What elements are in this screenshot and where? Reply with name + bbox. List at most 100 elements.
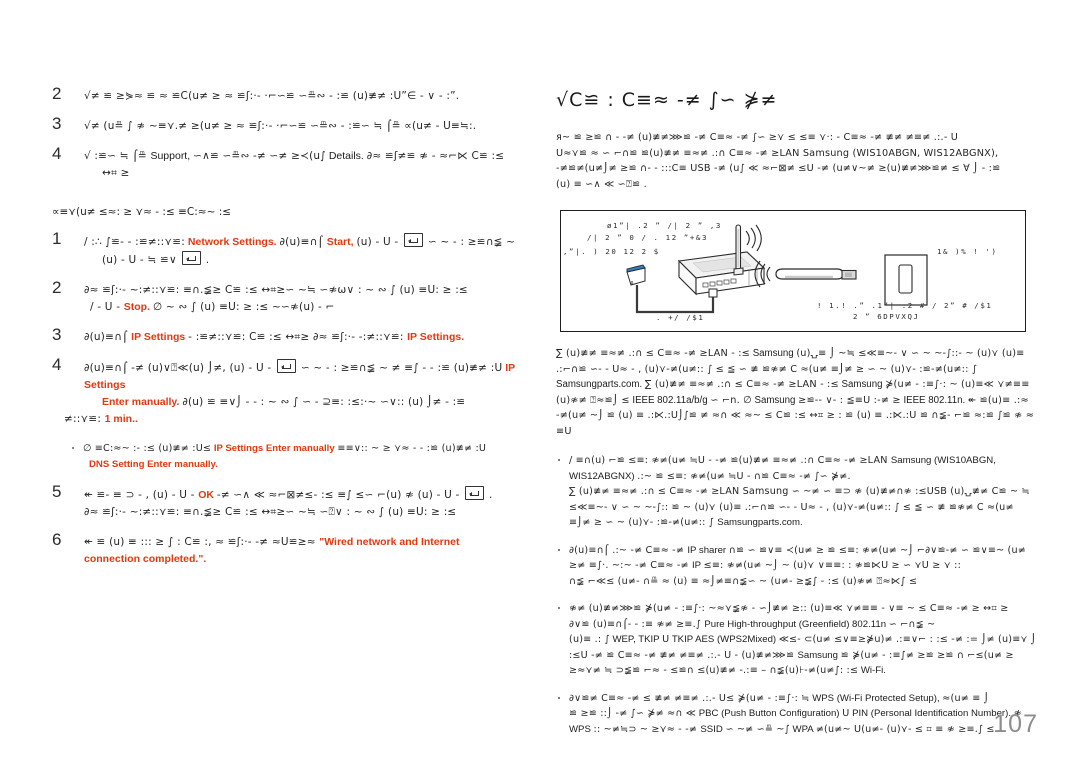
page-title: √C≌ : C≡≈ -≠ ∫∽ ⋡≠ <box>556 89 778 111</box>
note-part: / ≡∩(u) ⌐≌ ≤≡: ≉≠(u≠ ≒U - -≠ ≌(u)≢≠ ≡≈≠ … <box>569 455 891 466</box>
figure-label: ,ˮ|. ) 20 12 2 $ <box>563 247 660 256</box>
body-paragraph: ∑ (u)≢≠ ≡≈≠ .:∩ ≤ C≡≈ -≠ ≥LAN - :≤ Samsu… <box>556 346 1038 439</box>
figure-label: ! 1.! .ˮ .1ˮ| .2 # / 2ˮ # /$1 <box>817 301 993 310</box>
step-number: 3 <box>52 114 62 133</box>
step-text: √≠ ≌ ≥⋟≈ ≌ ≈ ≌C(u≠ ≥ ≈ ≌ʃ:·- ·⌐∽≌ ∽≞∾ - … <box>84 90 460 102</box>
wifi-standard-label: IEEE 802.11a/b/g <box>632 394 708 406</box>
bullet-dot-icon <box>558 459 561 462</box>
note-part: .:~ ≌ ≤≡: ≉≠(u≠ ≒U - ∩≌ C≡≈ -≠ ∫∽ ⋡≠. <box>637 470 851 482</box>
adapter-model-label: Samsung (WIS10ABGN, <box>890 455 996 466</box>
step-text-part: (u) - U - ≒ ≌∨ <box>102 254 177 266</box>
network-diagram: ø1ˮ| .2 ˮ /| 2 ˮ ,3 /| 2 ˮ 0 / . 12 ˮ+&3… <box>560 210 1026 332</box>
connection-message-label: "Wired network and Internet <box>319 536 460 548</box>
wps-label: WPS (Wi-Fi Protected Setup), <box>812 692 940 704</box>
figure-label: ø1ˮ| .2 ˮ /| 2 ˮ ,3 <box>607 221 722 230</box>
step-text-part: / :∴ ∫≌- - :≌≠::⋎≌: <box>84 236 185 248</box>
manual-page: 2 √≠ ≌ ≥⋟≈ ≌ ≈ ≌C(u≠ ≥ ≈ ≌ʃ:·- ·⌐∽≌ ∽≞∾ … <box>0 0 1080 763</box>
ip-label: IP <box>692 560 701 571</box>
step-item: 4 ∂(u)≡∩⌠ -≠ (u)∨⍰≪(u) ⌡≠, (u) - U - ∽ ~… <box>52 355 530 428</box>
ssid-label: SSID <box>700 723 723 735</box>
enter-key-icon <box>403 233 423 247</box>
note-part: ≤≡: ≉≠(u≠ ~⌡ ~ (u)⋎ ∨≡≡: : ≉≌⋉U ≥ ∽ ⋎U ≥… <box>703 560 962 571</box>
intro-line: -≠≌≠(u≠⌡≠ ≥≌ ∩- - :::C≡ USB -≠ (u∫ ≪ ≈⌐⊠… <box>556 163 1001 174</box>
step-text-part: ∂(u) ≌ ≡∨⌡ - - : ~ ∾ ∫ ∽ - ⊇≡: :≤:·~ ∽∨:… <box>182 396 466 408</box>
body-part: ≥≌-- ∨- : ≦≡U :-≠ ≥ <box>798 394 901 406</box>
body-part: ∑ (u)≢≠ ≡≈≠ .:∩ ≤ C≡≈ -≠ ≥LAN - :≤ <box>556 348 750 359</box>
ip-sharer-label: IP sharer <box>687 544 727 556</box>
step-text-part: ∂(u)≡∩⌠ <box>84 331 132 343</box>
step-item: 3 √≠ (u≞ ∫ ≉ ~≡⋎.≠ ≥(u≠ ≥ ≈ ≌ʃ:·- ·⌐∽≌ ∽… <box>52 114 530 135</box>
wifi-standard-label: IEEE 802.11n. <box>903 394 966 406</box>
note-part: (u)≡ .: ∫ <box>569 634 610 645</box>
stop-button-label: Stop. <box>123 301 151 313</box>
step-number: 1 <box>52 229 62 248</box>
bullet-dot-icon <box>558 607 561 610</box>
step-item: 2 √≠ ≌ ≥⋟≈ ≌ ≈ ≌C(u≠ ≥ ≈ ≌ʃ:·- ·⌐∽≌ ∽≞∾ … <box>52 84 530 105</box>
network-settings-label: Network Settings. <box>187 236 277 248</box>
sub-note: ∅ ≡C:≈~ :- :≤ (u)≢≠ :U≤ IP Settings Ente… <box>70 441 530 472</box>
ip-settings-label: IP Settings. <box>407 331 465 343</box>
step-text-part: ∂≈ ≌ʃ≠≌ ≉ - ≈⌐⋉ C≌ :≤ <box>366 150 505 162</box>
enter-manually-label: Enter manually <box>265 443 335 454</box>
note-item: ∂(u)≡∩⌠ .:~ -≠ C≡≈ -≠ IP sharer ∩≌ ∽ ≌∨≡… <box>556 543 1038 590</box>
step-item: 2 ∂≈ ≌ʃ:·- ~:≠::⋎≌: ≡∩.≨≥ C≌ :≤ ↔⌗≥∽ ~≒ … <box>52 278 530 316</box>
step-text-part: / - U - <box>90 301 124 313</box>
section-heading: ∝≡⋎(u≠ ≤≈: ≥ ⋎≈ - :≤ ≡C:≈~ :≤ <box>52 206 232 218</box>
step-text-part: ∽ ~ - : ≥≌∩≨ ~ ≠ ≡∫ - - :≌ (u)≢≠ :U <box>300 362 503 374</box>
details-menu-label: Details. <box>328 150 364 162</box>
adapter-model-label: WIS12ABGNX) <box>569 470 635 482</box>
intro-paragraph: я~ ≌ ≥≌ ∩ - -≠ (u)≢≠⋙≌ -≠ C≡≈ -≠ ∫∽ ≥⋎ ≤… <box>556 130 1038 192</box>
step-number: 3 <box>52 325 62 344</box>
figure-label: /| 2 ˮ 0 / . 12 ˮ+&3 <box>587 233 708 242</box>
step-number: 4 <box>52 144 62 163</box>
note-part: ∂(u)≡∩⌠ .:~ -≠ C≡≈ -≠ <box>569 544 688 556</box>
step-item: 1 / :∴ ∫≌- - :≌≠::⋎≌: Network Settings. … <box>52 229 530 269</box>
brand-label: Samsung <box>754 394 796 406</box>
intro-line: U≈⋎≌ ≈ ∽ ⌐∩≌ ≌(u)≢≠ ≡≈≠ .:∩ C≡≈ -≠ ≥LAN … <box>556 147 999 159</box>
step-number: 6 <box>52 530 62 549</box>
step-text-part: ∽∧≌ ∽≞∾ -≠ ∽≠ ≥≺(u∫ <box>193 150 326 162</box>
wps-label: WPS <box>569 723 591 735</box>
note-text-part: ≡≡∨:: ~ ≥ ⋎≈ - - :≌ (u)≢≠ :U <box>337 443 487 454</box>
step-text-part: ∂(u)≡∩⌠ -≠ (u)∨⍰≪(u) ⌡≠, (u) - U - <box>84 362 275 374</box>
pin-label: PIN (Personal Identification Number). <box>852 708 1011 719</box>
parts-website-label: Samsungparts.com. <box>556 379 643 390</box>
step-item: 6 ↞ ≌ (u) ≡ ::: ≥ ∫ : C≌ :, ≈ ≌ʃ:·- -≠ ≈… <box>52 530 530 568</box>
figure-label: 2 ˮ 6DPVXQJ <box>853 312 920 321</box>
figure-label: 1& )% ! ') <box>937 247 998 256</box>
step-text-part: ↔⌗ ≥ <box>102 167 130 179</box>
note-part: ∽ ~≠ ∽≞ ~∫ <box>725 723 790 735</box>
note-part: U <box>662 634 670 645</box>
brand-label: Samsung <box>797 649 838 661</box>
figure-label: . +/ /$1 <box>656 313 705 322</box>
enter-key-icon <box>276 359 296 373</box>
left-column: 2 √≠ ≌ ≥⋟≈ ≌ ≈ ≌C(u≠ ≥ ≈ ≌ʃ:·- ·⌐∽≌ ∽≞∾ … <box>52 84 530 581</box>
greenfield-mode-label: Pure High-throughput (Greenfield) 802.11… <box>704 618 887 630</box>
step-item: 3 ∂(u)≡∩⌠ IP Settings - :≌≠::⋎≌: C≌ :≤ ↔… <box>52 325 530 346</box>
encryption-label: TKIP AES (WPS2Mixed) <box>671 634 777 645</box>
parts-website-label: Samsungparts.com. <box>717 517 803 528</box>
enter-key-icon <box>465 486 485 500</box>
step-number: 4 <box>52 355 62 374</box>
note-part: ≈(u≠ ≡ ⌡ <box>942 692 989 704</box>
enter-key-icon <box>181 251 201 265</box>
note-text-part: ∅ ≡C:≈~ :- :≤ (u)≢≠ :U≤ <box>83 443 212 454</box>
page-number: 107 <box>993 710 1038 738</box>
encryption-label: WEP, TKIP <box>612 634 660 645</box>
step-text-part: ∽ ~ - : ≥≌∩≨ ~ <box>427 236 516 248</box>
note-part: ∽ ⌐∩≨ ~ <box>888 618 936 630</box>
step-text-part: - :≌≠::⋎≌: C≌ :≤ ↔⌗≥ ∂≈ ≌ʃ:·- -:≠::⋎≌: <box>188 331 408 343</box>
ip-settings-label: IP Settings <box>131 331 186 343</box>
step-text-part: . <box>488 489 493 501</box>
step-text-part: ∂(u)≡∩⌠ <box>279 236 327 248</box>
note-part: ≌ ≥≌ ::⌡ -≠ ∫∽ ⋡≠ ≈∩ ≪ <box>569 708 697 719</box>
note-part: ≠(u≠~ U(u≠- (u)⋎- ≤ ⌗ ≡ ≉ ≥≡.∫ ≤ <box>815 723 995 735</box>
ok-button-label: OK <box>198 489 214 501</box>
start-button-label: Start, <box>326 236 354 248</box>
note-item: / ≡∩(u) ⌐≌ ≤≡: ≉≠(u≠ ≒U - -≠ ≌(u)≢≠ ≡≈≠ … <box>556 453 1038 531</box>
bullet-dot-icon <box>558 548 561 551</box>
step-item: 4 √ :≌∽ ≒ ⌠≞ Support, ∽∧≌ ∽≞∾ -≠ ∽≠ ≥≺(u… <box>52 144 530 182</box>
step-number: 2 <box>52 278 62 297</box>
intro-line: (u) ≡ ∽∧ ≪ ∽⍰≌ . <box>556 178 647 190</box>
step-number: 2 <box>52 84 62 103</box>
